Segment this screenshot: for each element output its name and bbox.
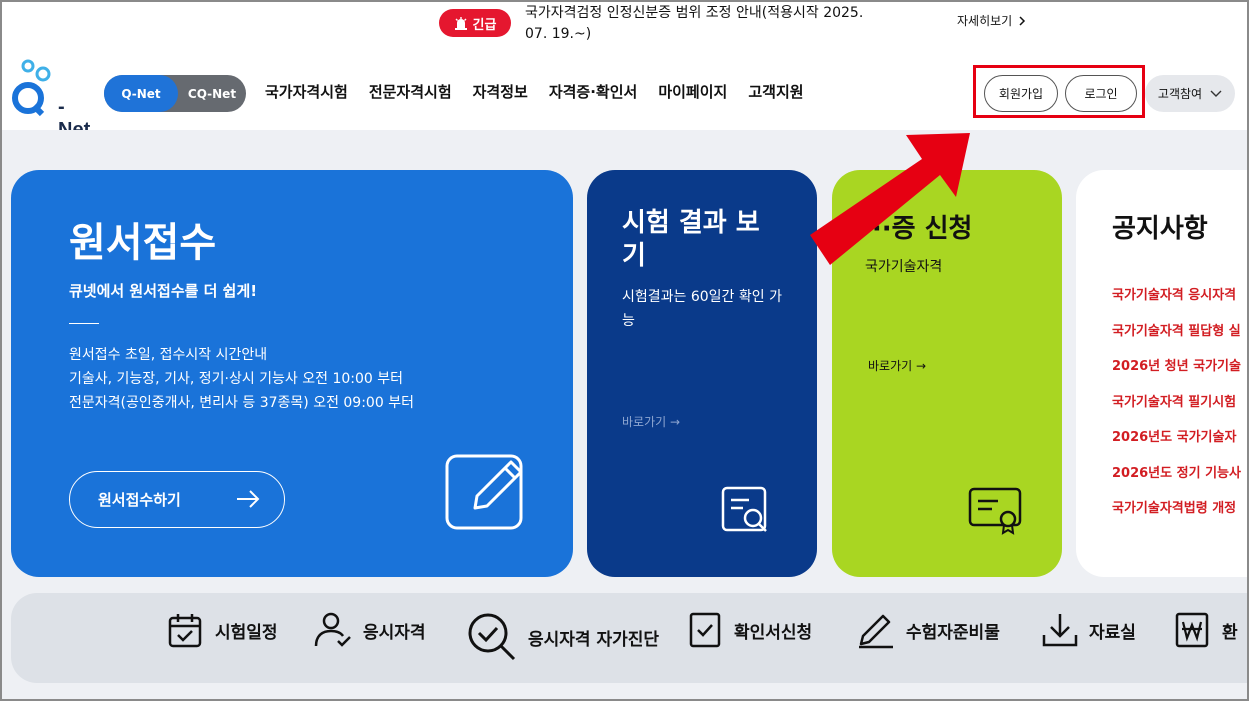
card-notice: 공지사항 국가기술자격 응시자격 국가기술자격 필답형 실 2026년 청년 국… <box>1076 170 1249 577</box>
card-exam-result[interactable]: 시험 결과 보기 시험결과는 60일간 확인 가능 바로가기 → <box>587 170 817 577</box>
quick-resources[interactable]: 자료실 <box>1041 611 1136 649</box>
application-info-line: 기술사, 기능장, 기사, 정기·상시 기능사 오전 10:00 부터 <box>69 371 404 387</box>
notice-list: 국가기술자격 응시자격 국가기술자격 필답형 실 2026년 청년 국가기술 국… <box>1112 284 1241 533</box>
apply-now-button[interactable]: 원서접수하기 <box>69 471 285 528</box>
nav-certificates[interactable]: 자격증·확인서 <box>549 81 638 102</box>
notice-item[interactable]: 국가기술자격 응시자격 <box>1112 284 1241 320</box>
quick-label: 환 <box>1222 622 1238 643</box>
notice-item[interactable]: 2026년도 국가기술자 <box>1112 426 1241 462</box>
chevron-down-icon <box>1210 90 1222 97</box>
toggle-cqnet[interactable]: CQ-Net <box>178 75 246 112</box>
notice-item[interactable]: 2026년도 정기 기능사 <box>1112 462 1241 498</box>
nav-support[interactable]: 고객지원 <box>748 81 803 102</box>
siren-icon <box>454 17 467 30</box>
join-button[interactable]: 회원가입 <box>984 75 1058 112</box>
application-info: 원서접수 초일, 접수시작 시간안내 기술사, 기능장, 기사, 정기·상시 기… <box>69 343 414 415</box>
qnet-logo-icon <box>12 59 51 117</box>
won-document-icon <box>1175 612 1209 648</box>
search-check-icon <box>468 613 516 661</box>
calendar-icon <box>168 614 202 648</box>
download-icon <box>1042 614 1078 647</box>
quick-exam-supplies[interactable]: 수험자준비물 <box>856 611 1000 649</box>
exam-result-title: 시험 결과 보기 <box>622 208 760 271</box>
toggle-qnet[interactable]: Q-Net <box>104 75 178 112</box>
quick-label: 확인서신청 <box>734 622 813 643</box>
notice-item[interactable]: 국가기술자격 필답형 실 <box>1112 320 1241 356</box>
card-application[interactable]: 원서접수 큐넷에서 원서접수를 더 쉽게! 원서접수 초일, 접수시작 시간안내… <box>11 170 573 577</box>
site-header: - Net Q-Net CQ-Net 국가자격시험 전문자격시험 자격정보 자격… <box>0 48 1249 141</box>
login-button[interactable]: 로그인 <box>1065 75 1137 112</box>
user-check-icon <box>314 612 351 647</box>
chevron-right-icon <box>1019 15 1026 26</box>
quick-label: 응시자격 자가진단 <box>528 629 660 650</box>
nav-professional-exam[interactable]: 전문자격시험 <box>369 81 452 102</box>
alert-more-link[interactable]: 자세히보기 <box>957 12 1026 29</box>
notice-item[interactable]: 국가기술자격법령 개정 <box>1112 497 1241 533</box>
notice-item[interactable]: 2026년 청년 국가기술 <box>1112 355 1241 391</box>
divider <box>69 323 99 324</box>
customer-participation-button[interactable]: 고객참여 <box>1145 75 1235 112</box>
main-content: 원서접수 큐넷에서 원서접수를 더 쉽게! 원서접수 초일, 접수시작 시간안내… <box>0 130 1249 701</box>
application-info-line: 전문자격(공인중개사, 변리사 등 37종목) 오전 09:00 부터 <box>69 395 414 411</box>
quick-label: 응시자격 <box>363 622 426 643</box>
emergency-badge[interactable]: 긴급 <box>439 9 511 37</box>
application-title: 원서접수 <box>69 220 217 266</box>
quick-exam-schedule[interactable]: 시험일정 <box>167 611 278 649</box>
notice-title: 공지사항 <box>1112 214 1208 244</box>
document-search-icon <box>721 486 767 532</box>
exam-result-desc: 시험결과는 60일간 확인 가능 <box>622 289 782 329</box>
quick-label: 시험일정 <box>215 622 278 643</box>
quick-confirmation-request[interactable]: 확인서신청 <box>688 611 812 649</box>
nav-qualification-info[interactable]: 자격정보 <box>473 81 528 102</box>
quick-eligibility[interactable]: 응시자격 <box>313 611 426 649</box>
certificate-icon <box>968 487 1022 535</box>
emergency-alert-bar: 긴급 국가자격검정 인정신분증 범위 조정 안내(적용시작 2025. 07. … <box>0 0 1249 48</box>
application-info-line: 원서접수 초일, 접수시작 시간안내 <box>69 347 268 363</box>
nav-national-exam[interactable]: 국가자격시험 <box>265 81 348 102</box>
quick-label: 수험자준비물 <box>906 622 1000 643</box>
quick-refund[interactable]: 환 <box>1174 611 1238 649</box>
alert-message[interactable]: 국가자격검정 인정신분증 범위 조정 안내(적용시작 2025. 07. 19.… <box>525 3 865 45</box>
checkbox-document-icon <box>689 612 721 648</box>
pencil-icon <box>859 614 893 649</box>
exam-result-link[interactable]: 바로가기 → <box>622 413 680 430</box>
nav-mypage[interactable]: 마이페이지 <box>658 81 727 102</box>
application-subtitle: 큐넷에서 원서접수를 더 쉽게! <box>69 282 258 300</box>
apply-now-label: 원서접수하기 <box>98 491 181 509</box>
quick-label: 자료실 <box>1089 622 1136 643</box>
emergency-badge-label: 긴급 <box>472 17 497 33</box>
notice-item[interactable]: 국가기술자격 필기시험 <box>1112 391 1241 427</box>
customer-participation-label: 고객참여 <box>1157 87 1203 101</box>
edit-icon <box>445 454 523 530</box>
qnet-logo[interactable]: - Net <box>10 56 100 141</box>
quick-self-diagnosis[interactable]: 응시자격 자가진단 <box>466 611 659 663</box>
quick-menu: 시험일정 응시자격 응시자격 자가진단 확인서신청 수험자준비물 자료실 환 <box>11 593 1249 683</box>
main-nav: 국가자격시험 전문자격시험 자격정보 자격증·확인서 마이페이지 고객지원 <box>265 81 825 102</box>
site-toggle: Q-Net CQ-Net <box>104 75 246 112</box>
arrow-right-icon <box>237 490 260 508</box>
certificate-request-link[interactable]: 바로가기 → <box>868 357 926 374</box>
annotation-arrow-icon <box>810 133 970 265</box>
alert-more-label: 자세히보기 <box>957 14 1013 28</box>
